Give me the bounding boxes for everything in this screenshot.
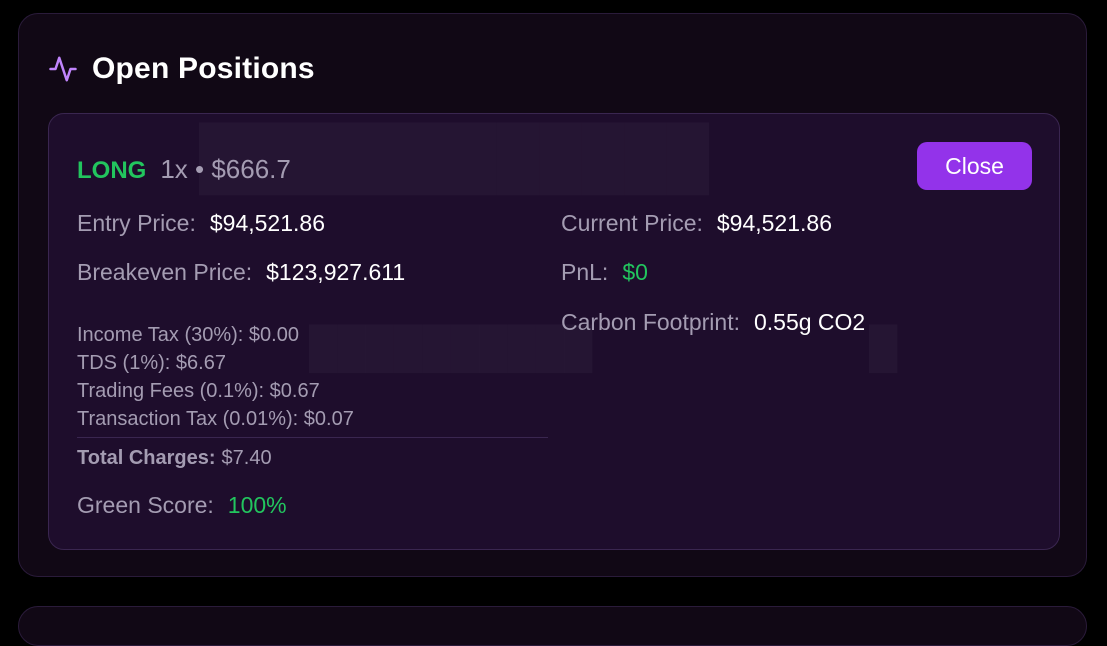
position-card: ████████████ ██████████ █ LONG 1x • $666… <box>48 113 1060 550</box>
charges-divider <box>77 437 548 438</box>
pnl-label: PnL: <box>561 259 609 285</box>
carbon-footprint-row: Carbon Footprint: 0.55g CO2 <box>561 309 865 336</box>
total-charges-label: Total Charges: <box>77 447 216 469</box>
position-leverage-amount: 1x • $666.7 <box>160 154 291 184</box>
breakeven-price-row: Breakeven Price: $123,927.611 <box>77 259 405 286</box>
pnl-row: PnL: $0 <box>561 259 648 286</box>
current-price-label: Current Price: <box>561 210 703 236</box>
current-price-value: $94,521.86 <box>716 210 832 236</box>
carbon-footprint-label: Carbon Footprint: <box>561 309 740 335</box>
position-heading: LONG 1x • $666.7 <box>77 154 291 185</box>
activity-pulse-icon <box>49 56 77 82</box>
total-charges-value: $7.40 <box>221 447 272 469</box>
entry-price-value: $94,521.86 <box>209 210 325 236</box>
charges-list: Income Tax (30%): $0.00 TDS (1%): $6.67 … <box>77 321 354 433</box>
charge-item-trading-fees: Trading Fees (0.1%): $0.67 <box>77 380 320 402</box>
panel-header: Open Positions <box>48 52 315 86</box>
green-score-label: Green Score: <box>77 492 214 518</box>
charge-item-tds: TDS (1%): $6.67 <box>77 352 226 374</box>
breakeven-price-value: $123,927.611 <box>266 259 406 285</box>
next-panel <box>18 606 1087 646</box>
position-side-badge: LONG <box>77 157 147 184</box>
charge-item-transaction-tax: Transaction Tax (0.01%): $0.07 <box>77 408 354 430</box>
green-score-row: Green Score: 100% <box>77 492 287 519</box>
current-price-row: Current Price: $94,521.86 <box>561 210 832 237</box>
open-positions-panel: Open Positions ████████████ ██████████ █… <box>18 13 1087 577</box>
close-position-button[interactable]: Close <box>917 142 1032 190</box>
background-watermark: █ <box>869 326 897 371</box>
carbon-footprint-value: 0.55g CO2 <box>753 309 866 335</box>
entry-price-label: Entry Price: <box>77 210 196 236</box>
entry-price-row: Entry Price: $94,521.86 <box>77 210 325 237</box>
green-score-value: 100% <box>227 492 287 518</box>
total-charges-row: Total Charges: $7.40 <box>77 447 272 470</box>
breakeven-price-label: Breakeven Price: <box>77 259 253 285</box>
charge-item-income-tax: Income Tax (30%): $0.00 <box>77 324 299 346</box>
panel-title: Open Positions <box>92 52 315 85</box>
pnl-value: $0 <box>622 259 648 285</box>
